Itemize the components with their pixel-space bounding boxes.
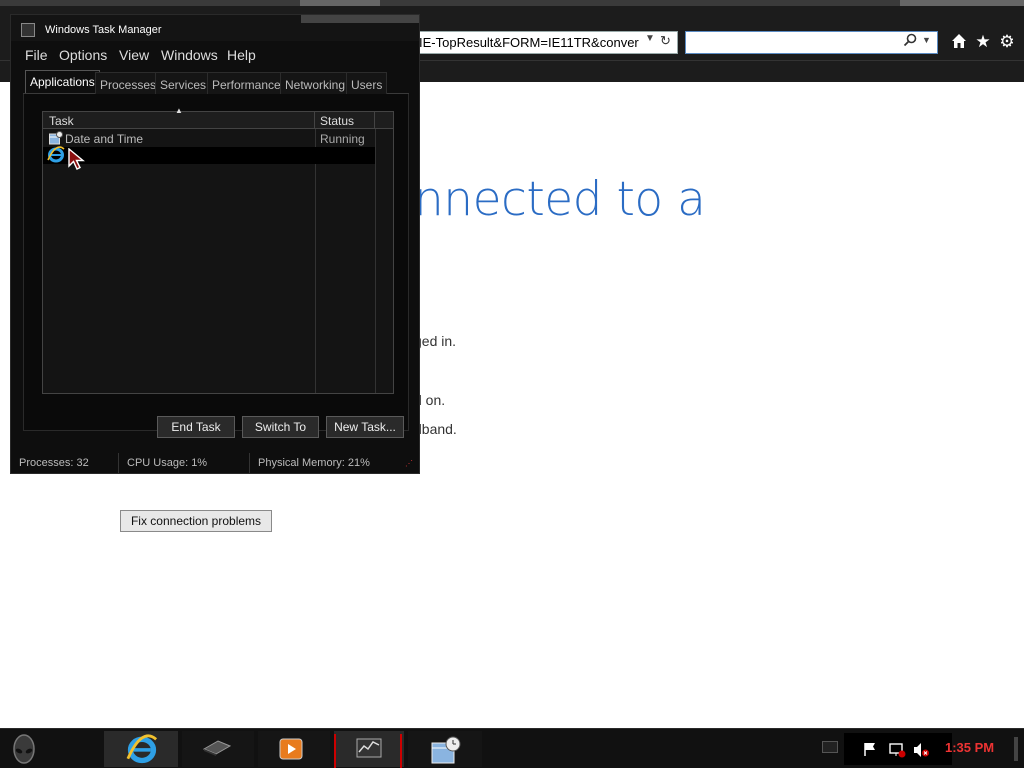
resize-grip-icon[interactable]: ⋰ — [405, 459, 413, 468]
column-header-status[interactable]: Status — [315, 112, 375, 129]
taskbar-internet-explorer[interactable] — [104, 731, 178, 767]
taskbar-network-device[interactable] — [182, 731, 254, 767]
search-dropdown-icon[interactable]: ▼ — [922, 35, 931, 45]
column-divider — [315, 129, 316, 393]
taskbar: 1:35 PM — [0, 728, 1024, 768]
search-input[interactable] — [685, 31, 938, 54]
menu-file[interactable]: File — [25, 47, 48, 63]
cpu-usage: CPU Usage: 1% — [119, 453, 250, 473]
refresh-icon[interactable]: ↻ — [660, 33, 671, 49]
column-label: Status — [320, 114, 355, 128]
page-text-line: ged in. — [414, 333, 457, 349]
taskbar-date-time[interactable] — [408, 731, 482, 767]
applications-panel: Task ▲ Status Date and Time Running End … — [23, 94, 409, 438]
network-status-icon[interactable] — [888, 741, 906, 764]
window-title: Windows Task Manager — [45, 24, 162, 36]
task-name: Date and Time — [65, 132, 144, 146]
settings-gear-icon[interactable]: ⚙ — [997, 32, 1017, 52]
new-task-button[interactable]: New Task... — [326, 416, 404, 438]
task-manager-titlebar[interactable]: Windows Task Manager — [11, 15, 419, 41]
tab-services[interactable]: Services — [155, 72, 212, 94]
title-strip — [0, 0, 1024, 6]
task-manager-icon — [21, 23, 35, 37]
tab-users[interactable]: Users — [346, 72, 388, 94]
task-status: Running — [320, 132, 365, 146]
active-indicator — [400, 734, 402, 768]
task-manager-icon — [354, 736, 384, 767]
active-indicator — [334, 734, 336, 768]
menu-help[interactable]: Help — [227, 47, 256, 63]
taskbar-media-player[interactable] — [258, 731, 330, 767]
tab-processes[interactable]: Processes — [95, 72, 162, 94]
date-time-icon — [430, 735, 462, 770]
tab-performance[interactable]: Performance — [207, 72, 286, 94]
volume-muted-icon[interactable] — [912, 741, 930, 764]
tab-bar: Applications Processes Services Performa… — [23, 70, 409, 94]
internet-explorer-icon — [126, 734, 158, 769]
task-list[interactable]: Task ▲ Status Date and Time Running — [42, 106, 394, 394]
internet-explorer-icon — [47, 146, 65, 163]
alienware-start-icon[interactable] — [6, 731, 42, 767]
task-row[interactable]: Date and Time Running — [43, 130, 375, 147]
network-device-icon — [202, 739, 232, 762]
physical-memory: Physical Memory: 21% — [258, 457, 370, 469]
task-row[interactable] — [43, 146, 375, 164]
taskbar-clock[interactable]: 1:35 PM — [945, 740, 994, 755]
column-divider — [375, 129, 376, 393]
address-dropdown-icon[interactable]: ▼ — [645, 33, 655, 44]
tab-applications[interactable]: Applications — [25, 70, 100, 93]
address-text: IE-TopResult&FORM=IE11TR&conver — [419, 35, 639, 50]
switch-to-button[interactable]: Switch To — [242, 416, 319, 438]
address-bar[interactable]: IE-TopResult&FORM=IE11TR&conver — [410, 31, 678, 54]
titlebar-decoration — [301, 15, 419, 23]
media-player-icon — [278, 737, 304, 766]
processes-count: Processes: 32 — [11, 453, 119, 473]
menu-options[interactable]: Options — [59, 47, 107, 63]
sort-arrow-icon: ▲ — [175, 106, 183, 115]
end-task-button[interactable]: End Task — [157, 416, 235, 438]
fix-connection-button[interactable]: Fix connection problems — [120, 510, 272, 532]
calendar-clock-icon — [49, 131, 63, 145]
menu-bar: File Options View Windows Help — [11, 43, 419, 67]
menu-windows[interactable]: Windows — [161, 47, 218, 63]
status-bar: Processes: 32 CPU Usage: 1% Physical Mem… — [11, 445, 419, 473]
task-list-header: Task ▲ Status — [43, 106, 393, 129]
task-manager-window: Windows Task Manager File Options View W… — [10, 14, 420, 474]
action-center-flag-icon[interactable] — [862, 741, 878, 762]
search-icon[interactable] — [903, 33, 917, 50]
home-icon[interactable] — [949, 32, 969, 52]
favorites-star-icon[interactable]: ★ — [973, 32, 993, 52]
show-desktop-button[interactable] — [1014, 737, 1018, 761]
taskbar-task-manager[interactable] — [334, 731, 404, 768]
menu-view[interactable]: View — [119, 47, 149, 63]
column-label: Task — [49, 114, 74, 128]
show-hidden-icons-icon[interactable] — [822, 741, 838, 753]
column-header-task[interactable]: Task ▲ — [43, 106, 315, 129]
page-text-line: dband. — [414, 421, 457, 437]
tab-networking[interactable]: Networking — [280, 72, 351, 94]
page-heading: nnected to a — [414, 172, 706, 227]
